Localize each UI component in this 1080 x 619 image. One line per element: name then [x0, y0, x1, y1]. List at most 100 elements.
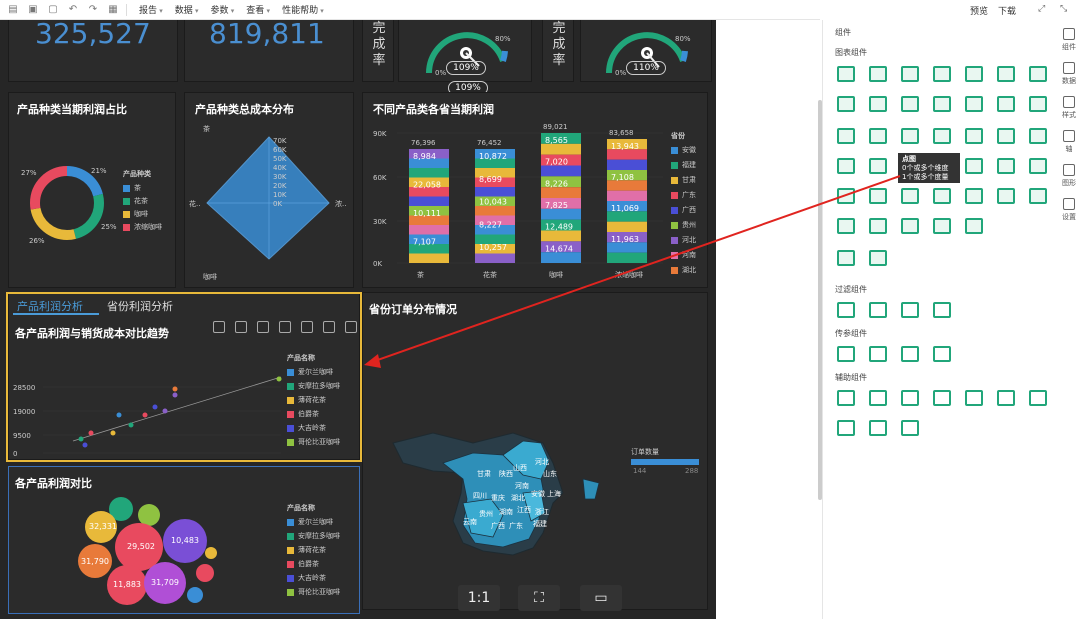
table-component-icon[interactable]	[837, 66, 855, 82]
component-component-icon[interactable]	[901, 420, 919, 436]
pie-legend-tea[interactable]: 茶	[123, 183, 141, 193]
word-component-icon[interactable]	[965, 218, 983, 234]
map-province-label[interactable]: 福建	[533, 519, 547, 529]
stack-legend-item[interactable]: 河北	[671, 235, 696, 245]
donut-component-icon[interactable]	[997, 96, 1015, 112]
map-province-label[interactable]: 上海	[547, 489, 561, 499]
menu-data[interactable]: 数据	[175, 3, 199, 16]
menu-params[interactable]: 参数	[211, 3, 235, 16]
map-province-label[interactable]: 甘肃	[477, 469, 491, 479]
download-button[interactable]: 下载	[998, 4, 1016, 17]
bubble-legend-item[interactable]: 伯爵茶	[287, 559, 319, 569]
component-component-icon[interactable]	[837, 346, 855, 362]
stack-legend-item[interactable]: 贵州	[671, 220, 696, 230]
component-component-icon[interactable]	[997, 390, 1015, 406]
component-component-icon[interactable]	[837, 390, 855, 406]
pie-legend-coffee[interactable]: 咖啡	[123, 209, 148, 219]
component-component-icon[interactable]	[933, 346, 951, 362]
map-province-label[interactable]: 江西	[517, 505, 531, 515]
area-component-icon[interactable]	[901, 96, 919, 112]
progress-component-icon[interactable]	[837, 218, 855, 234]
component-component-icon[interactable]	[869, 390, 887, 406]
stack-legend-item[interactable]: 甘肃	[671, 175, 696, 185]
side-tab-3[interactable]: 轴	[1058, 130, 1080, 154]
component-component-icon[interactable]	[869, 346, 887, 362]
bubble-legend-item[interactable]: 安摩拉多咖啡	[287, 531, 340, 541]
bubble-legend-item[interactable]: 薄荷花茶	[287, 545, 326, 555]
stacked-area-component-icon[interactable]	[933, 96, 951, 112]
sankey-component-icon[interactable]	[965, 188, 983, 204]
bar-component-icon[interactable]	[933, 66, 951, 82]
line-component-icon[interactable]	[837, 96, 855, 112]
scatter-component-icon[interactable]	[901, 128, 919, 144]
preview-button[interactable]: 预览	[970, 4, 988, 17]
ring-component-icon[interactable]	[1029, 96, 1047, 112]
map-province-label[interactable]: 广东	[509, 521, 523, 531]
side-tab-4[interactable]: 图形	[1058, 164, 1080, 188]
radar-panel[interactable]: 产品种类总成本分布 70K 60K 50K 40K 30K 20K 10K 0K 茶 浓…	[184, 92, 354, 288]
map-province-label[interactable]: 广西	[491, 521, 505, 531]
combo-component-icon[interactable]	[997, 128, 1015, 144]
stack-legend-item[interactable]: 福建	[671, 160, 696, 170]
undo-icon[interactable]: ↶	[66, 3, 80, 17]
crosstab-component-icon[interactable]	[869, 66, 887, 82]
tree-component-icon[interactable]	[933, 188, 951, 204]
sunburst-component-icon[interactable]	[933, 218, 951, 234]
map-province-label[interactable]: 四川	[473, 491, 487, 501]
map-province-label[interactable]: 云南	[463, 517, 477, 527]
map-component-icon[interactable]	[837, 128, 855, 144]
kpi-component-icon[interactable]	[1029, 128, 1047, 144]
component-component-icon[interactable]	[965, 390, 983, 406]
component-component-icon[interactable]	[869, 302, 887, 318]
paint-icon[interactable]: ▦	[106, 3, 120, 17]
stack-legend-item[interactable]: 广西	[671, 205, 696, 215]
zoom-1-1-button[interactable]: 1:1	[458, 585, 500, 611]
grouped-bar-component-icon[interactable]	[997, 66, 1015, 82]
component-component-icon[interactable]	[1029, 390, 1047, 406]
waterfall-component-icon[interactable]	[869, 188, 887, 204]
map-province-label[interactable]: 河北	[535, 457, 549, 467]
fit-screen-button[interactable]: ⛶	[518, 585, 560, 611]
file-icon[interactable]: ▤	[6, 3, 20, 17]
pareto-component-icon[interactable]	[997, 188, 1015, 204]
component-component-icon[interactable]	[901, 390, 919, 406]
redo-icon[interactable]: ↷	[86, 3, 100, 17]
bubble-legend-item[interactable]: 爱尔兰咖啡	[287, 517, 333, 527]
stack-legend-item[interactable]: 湖北	[671, 265, 696, 275]
side-tab-2[interactable]: 样式	[1058, 96, 1080, 120]
gauge-wide-component-icon[interactable]	[997, 158, 1015, 174]
range-component-icon[interactable]	[837, 188, 855, 204]
heat-map-component-icon[interactable]	[869, 128, 887, 144]
side-tab-1[interactable]: 数据	[1058, 62, 1080, 86]
map-province-label[interactable]: 山东	[543, 469, 557, 479]
pie-component-icon[interactable]	[965, 96, 983, 112]
funnel-component-icon[interactable]	[869, 158, 887, 174]
component-component-icon[interactable]	[837, 302, 855, 318]
component-component-icon[interactable]	[901, 346, 919, 362]
side-tab-0[interactable]: 组件	[1058, 28, 1080, 52]
map-province-label[interactable]: 重庆	[491, 493, 505, 503]
component-component-icon[interactable]	[933, 390, 951, 406]
column-line-component-icon[interactable]	[1029, 158, 1047, 174]
menu-report[interactable]: 报告	[139, 3, 163, 16]
stacked-bar-panel[interactable]: 不同产品类各省当期利润 90K 60K 30K 0K 76,396 8,984 22,058…	[362, 92, 708, 288]
dual-axis-component-icon[interactable]	[1029, 188, 1047, 204]
dot-map-component-icon[interactable]	[933, 128, 951, 144]
map-province-label[interactable]: 浙江	[535, 507, 549, 517]
horizontal-bar-component-icon[interactable]	[1029, 66, 1047, 82]
bubble-legend-item[interactable]: 大吉岭茶	[287, 573, 326, 583]
map-legend-bar[interactable]	[631, 459, 699, 465]
map-province-label[interactable]: 陕西	[499, 469, 513, 479]
map-province-label[interactable]: 山西	[513, 463, 527, 473]
bubble-legend-item[interactable]: 哥伦比亚咖啡	[287, 587, 340, 597]
multi-line-component-icon[interactable]	[869, 96, 887, 112]
map-province-label[interactable]: 安徽	[531, 489, 545, 499]
menu-view[interactable]: 查看	[246, 3, 270, 16]
stack-legend-item[interactable]: 河南	[671, 250, 696, 260]
component-component-icon[interactable]	[869, 420, 887, 436]
pie-legend-flower-tea[interactable]: 花茶	[123, 196, 148, 206]
kpi-card-2[interactable]: 819,811	[184, 20, 354, 82]
menu-help[interactable]: 性能帮助	[282, 3, 324, 16]
pie-panel[interactable]: 产品种类当期利润占比 21% 25% 26% 27% 产品种类 茶 花茶 咖啡 …	[8, 92, 176, 288]
present-button[interactable]: ▭	[580, 585, 622, 611]
